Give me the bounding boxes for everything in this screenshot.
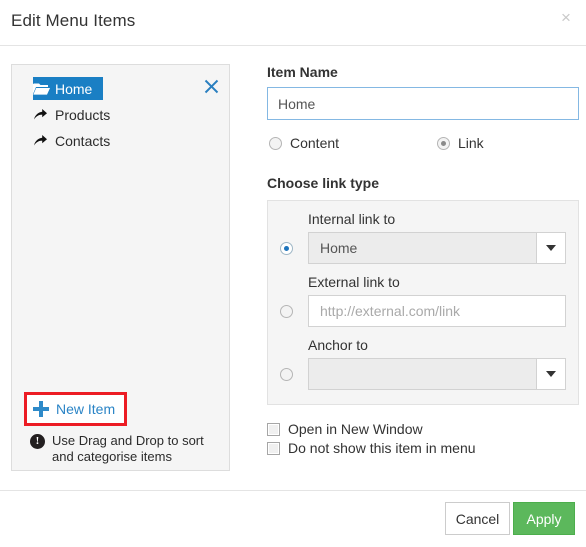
anchor-link-value: [308, 358, 536, 390]
radio-label-link: Link: [458, 135, 484, 151]
link-group-anchor: Anchor to: [280, 337, 566, 390]
dialog-header: Edit Menu Items ×: [0, 0, 586, 46]
drag-drop-hint: ! Use Drag and Drop to sort and categori…: [30, 433, 225, 465]
checkbox-box: [267, 422, 280, 436]
close-icon[interactable]: ×: [557, 9, 575, 27]
dialog-footer: Cancel Apply: [0, 490, 586, 547]
internal-link-value: Home: [308, 232, 536, 264]
arrow-link-icon: [33, 107, 53, 123]
plus-icon: [32, 400, 50, 418]
external-link-label: External link to: [308, 274, 400, 290]
arrow-link-icon: [33, 133, 53, 149]
cancel-button[interactable]: Cancel: [445, 502, 510, 535]
tree-item-home[interactable]: Home: [33, 77, 104, 100]
internal-link-label: Internal link to: [308, 211, 396, 227]
new-item-button[interactable]: New Item: [30, 398, 122, 420]
tree-item-label: Home: [55, 80, 93, 97]
internal-link-select[interactable]: Home: [308, 232, 566, 264]
radio-internal-link[interactable]: [280, 241, 293, 255]
item-type-radio-group: Content Link: [267, 135, 579, 155]
anchor-link-select[interactable]: [308, 358, 566, 390]
radio-anchor-link[interactable]: [280, 367, 293, 381]
delete-x-icon[interactable]: [203, 78, 219, 94]
item-name-input[interactable]: [267, 87, 579, 120]
link-group-internal: Internal link to Home: [280, 211, 566, 264]
radio-option-content[interactable]: Content: [269, 135, 339, 151]
new-item-label: New Item: [56, 401, 116, 417]
menu-tree-panel: Home Products Contacts New Item ! Use Dr…: [11, 64, 230, 471]
anchor-link-label: Anchor to: [308, 337, 368, 353]
checkbox-open-new-window[interactable]: Open in New Window: [267, 421, 579, 437]
chevron-down-icon: [536, 358, 566, 390]
tree-item-products[interactable]: Products: [33, 103, 198, 126]
checkbox-box: [267, 441, 280, 455]
checkbox-label: Do not show this item in menu: [288, 440, 476, 456]
page-title: Edit Menu Items: [11, 11, 136, 30]
tree-item-contacts[interactable]: Contacts: [33, 129, 198, 152]
folder-open-icon: [33, 81, 53, 97]
hint-text: Use Drag and Drop to sort and categorise…: [52, 433, 204, 464]
menu-tree-list: Home Products Contacts: [12, 77, 231, 155]
checkbox-label: Open in New Window: [288, 421, 423, 437]
edit-menu-items-dialog: Edit Menu Items × Home Products Contacts…: [0, 0, 586, 547]
external-link-input[interactable]: [308, 295, 566, 327]
checkbox-hide-from-menu[interactable]: Do not show this item in menu: [267, 440, 579, 456]
radio-dot-content: [269, 136, 282, 150]
new-item-highlight: New Item: [24, 392, 128, 426]
choose-link-type-title: Choose link type: [267, 175, 380, 191]
tree-item-label: Contacts: [55, 132, 111, 149]
item-form-panel: Item Name Content Link Choose link type …: [267, 64, 579, 459]
item-name-label: Item Name: [267, 64, 338, 80]
info-icon: !: [30, 434, 45, 449]
radio-label-content: Content: [290, 135, 340, 151]
radio-external-link[interactable]: [280, 304, 293, 318]
link-group-external: External link to: [280, 274, 566, 327]
link-type-box: Internal link to Home External link to h…: [267, 200, 579, 405]
item-options-group: Open in New Window Do not show this item…: [267, 421, 579, 456]
radio-option-link[interactable]: Link: [437, 135, 484, 151]
tree-item-label: Products: [55, 106, 111, 123]
apply-button[interactable]: Apply: [513, 502, 575, 535]
chevron-down-icon: [536, 232, 566, 264]
radio-dot-link: [437, 136, 450, 150]
